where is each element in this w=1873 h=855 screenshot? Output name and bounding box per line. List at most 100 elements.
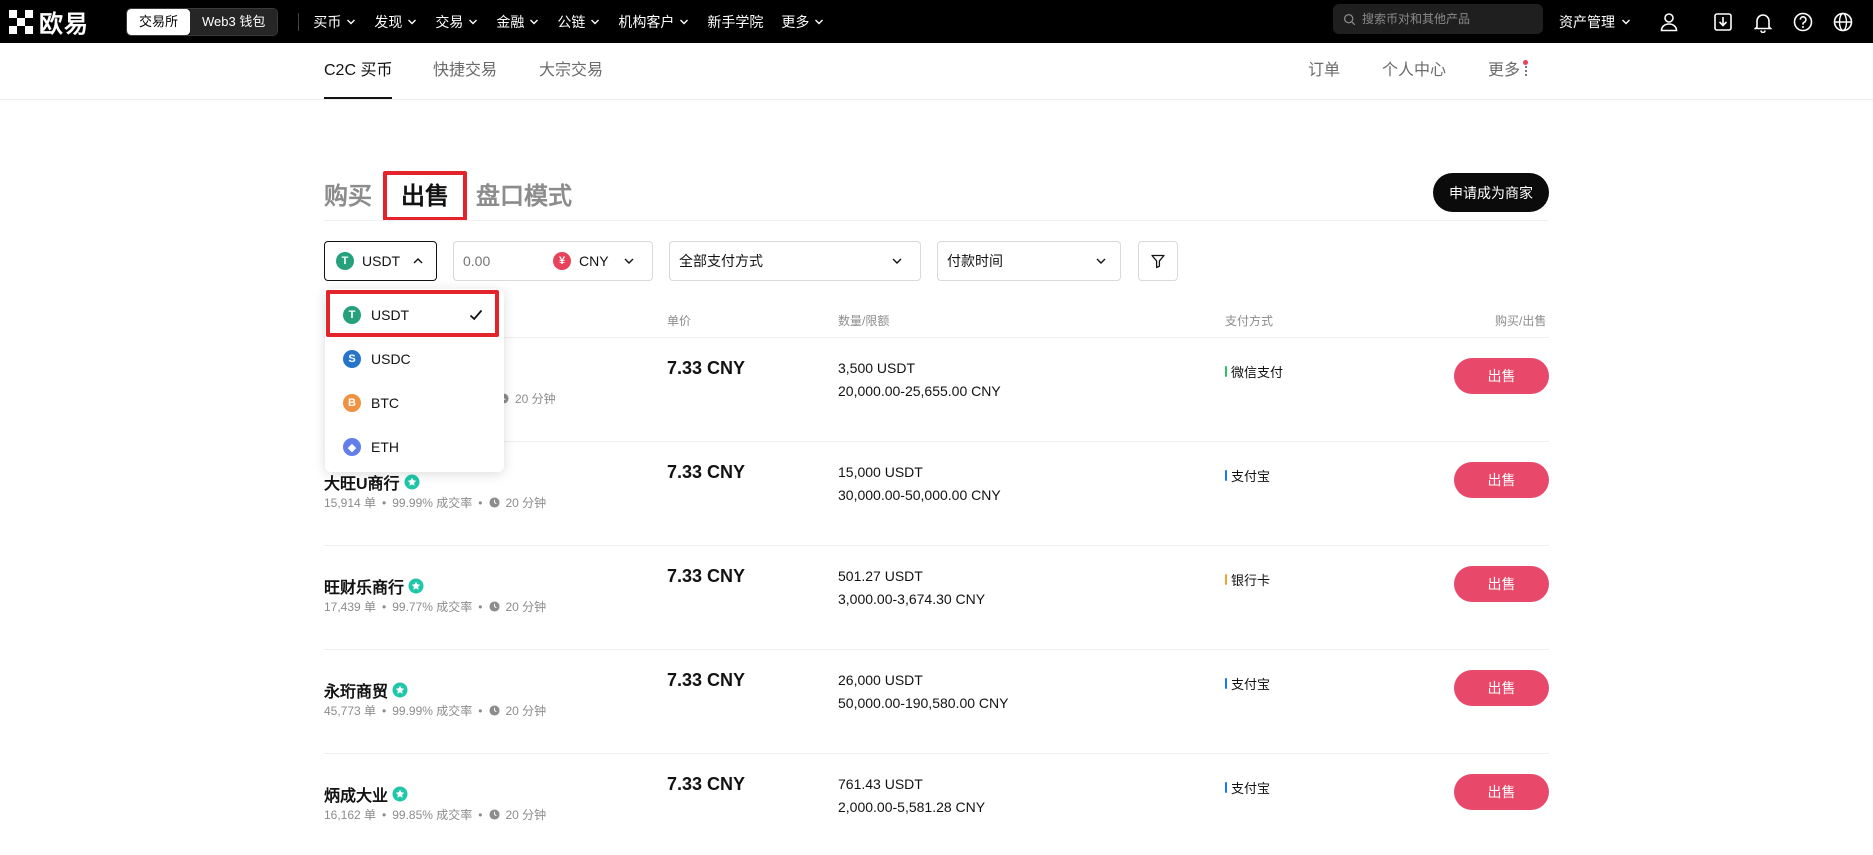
tab-buy[interactable]: 购买 xyxy=(324,176,372,211)
pay-time: 20 分钟 xyxy=(515,392,556,406)
help-icon[interactable] xyxy=(1791,10,1815,34)
nav-item-7[interactable]: 更多 xyxy=(781,12,824,32)
chevron-down-icon xyxy=(408,19,417,24)
btc-coin-icon: B xyxy=(343,394,361,412)
payment-color-bar xyxy=(1225,366,1227,377)
coin-option-btc[interactable]: B BTC xyxy=(325,381,504,425)
nav-item-label: 买币 xyxy=(313,13,342,30)
merchant-name[interactable]: 炳成大业 xyxy=(324,782,408,806)
nav-item-3[interactable]: 金融 xyxy=(496,12,539,32)
merchant-name-label: 大旺U商行 xyxy=(324,476,400,493)
apply-merchant-button[interactable]: 申请成为商家 xyxy=(1433,173,1549,212)
sell-tab-highlight xyxy=(383,171,467,221)
order-count: 16,162 单 xyxy=(324,808,377,822)
clock-icon xyxy=(488,601,500,612)
cny-currency-icon: ¥ xyxy=(553,252,571,270)
sell-button[interactable]: 出售 xyxy=(1454,774,1549,810)
merchant-stats: 45,773 单 • 99.99% 成交率 • 20 分钟 xyxy=(324,702,546,719)
asset-menu[interactable]: 资产管理 xyxy=(1559,0,1631,43)
filter-button[interactable] xyxy=(1138,241,1178,281)
user-icon[interactable] xyxy=(1657,10,1681,34)
dot-separator: • xyxy=(478,703,483,718)
merchant-stats: 20 分钟 xyxy=(498,390,556,407)
unit-price: 7.33 CNY xyxy=(667,358,746,378)
payment-color-bar xyxy=(1225,782,1227,793)
fiat-select[interactable]: ¥ CNY xyxy=(553,252,635,270)
merchant-name[interactable]: 大旺U商行 xyxy=(324,470,420,494)
eth-coin-icon: ◆ xyxy=(343,438,361,456)
header-price: 单价 xyxy=(667,314,692,328)
logo[interactable]: 欧易 xyxy=(9,4,109,39)
payment-method-label: 支付宝 xyxy=(1231,781,1271,796)
payment-method-label: 支付宝 xyxy=(1231,469,1271,484)
nav-item-2[interactable]: 交易 xyxy=(435,12,478,32)
amount-input[interactable] xyxy=(463,253,553,269)
more-vertical-icon xyxy=(1524,65,1528,77)
order-limit: 2,000.00-5,581.28 CNY xyxy=(838,799,986,815)
clock-icon xyxy=(488,705,500,716)
dot-separator: • xyxy=(382,599,387,614)
pay-time-value: 付款时间 xyxy=(947,253,1003,269)
row-divider xyxy=(324,441,1549,442)
bell-icon[interactable] xyxy=(1751,10,1775,34)
dot-separator: • xyxy=(382,495,387,510)
chevron-down-icon xyxy=(815,19,824,24)
tab-orderbook-mode[interactable]: 盘口模式 xyxy=(476,176,572,211)
nav-item-0[interactable]: 买币 xyxy=(313,12,356,32)
merchant-name-label: 炳成大业 xyxy=(324,788,389,805)
sell-button[interactable]: 出售 xyxy=(1454,670,1549,706)
sell-button[interactable]: 出售 xyxy=(1454,462,1549,498)
mode-switch: 交易所 Web3 钱包 xyxy=(126,7,279,36)
pay-time-select[interactable]: 付款时间 xyxy=(937,241,1121,281)
dot-separator: • xyxy=(382,703,387,718)
mode-web3-button[interactable]: Web3 钱包 xyxy=(190,8,278,35)
coin-select[interactable]: T USDT xyxy=(324,241,437,281)
profile-link[interactable]: 个人中心 xyxy=(1382,43,1446,99)
payment-method-select[interactable]: 全部支付方式 xyxy=(669,241,921,281)
sell-button[interactable]: 出售 xyxy=(1454,358,1549,394)
amount-filter: ¥ CNY xyxy=(453,241,653,281)
nav-item-5[interactable]: 机构客户 xyxy=(618,12,689,32)
header-qty: 数量/限额 xyxy=(838,314,890,328)
top-search[interactable] xyxy=(1333,4,1543,34)
merchant-stats: 15,914 单 • 99.99% 成交率 • 20 分钟 xyxy=(324,494,546,511)
nav-item-label: 交易 xyxy=(435,13,464,30)
tab-quick-trade[interactable]: 快捷交易 xyxy=(433,43,497,99)
verified-badge-icon xyxy=(392,786,408,802)
orders-link[interactable]: 订单 xyxy=(1308,43,1340,99)
chevron-down-icon xyxy=(624,258,634,264)
unit-price: 7.33 CNY xyxy=(667,566,746,586)
globe-icon[interactable] xyxy=(1831,10,1855,34)
nav-item-4[interactable]: 公链 xyxy=(557,12,600,32)
coin-option-usdc[interactable]: S USDC xyxy=(325,337,504,381)
search-input[interactable] xyxy=(1362,12,1532,26)
available-qty: 26,000 USDT xyxy=(838,672,923,688)
pay-time: 20 分钟 xyxy=(505,600,547,614)
merchant-name[interactable]: 旺财乐商行 xyxy=(324,574,424,598)
coin-option-label: ETH xyxy=(371,439,399,455)
order-count: 45,773 单 xyxy=(324,704,377,718)
merchant-name-label: 永珩商贸 xyxy=(324,684,389,701)
coin-option-eth[interactable]: ◆ ETH xyxy=(325,425,504,469)
completion-rate: 99.77% 成交率 xyxy=(392,600,473,614)
nav-item-label: 发现 xyxy=(374,13,403,30)
payment-method: 支付宝 xyxy=(1225,674,1270,693)
fiat-select-value: CNY xyxy=(579,253,609,269)
mode-exchange-button[interactable]: 交易所 xyxy=(127,8,191,35)
payment-method-value: 全部支付方式 xyxy=(679,253,763,269)
sell-button[interactable]: 出售 xyxy=(1454,566,1549,602)
payment-color-bar xyxy=(1225,574,1227,585)
tab-block-trade[interactable]: 大宗交易 xyxy=(539,43,603,99)
nav-item-6[interactable]: 新手学院 xyxy=(707,12,763,32)
nav-item-1[interactable]: 发现 xyxy=(374,12,417,32)
tab-c2c[interactable]: C2C 买币 xyxy=(324,43,393,99)
payment-method: 银行卡 xyxy=(1225,570,1270,589)
order-limit: 50,000.00-190,580.00 CNY xyxy=(838,695,1009,711)
download-icon[interactable] xyxy=(1711,10,1735,34)
completion-rate: 99.85% 成交率 xyxy=(392,808,473,822)
merchant-stats: 17,439 单 • 99.77% 成交率 • 20 分钟 xyxy=(324,598,546,615)
merchant-name[interactable]: 永珩商贸 xyxy=(324,678,408,702)
more-menu[interactable]: 更多 xyxy=(1488,43,1529,99)
more-notification-dot xyxy=(1523,60,1528,65)
usdc-coin-icon: S xyxy=(343,350,361,368)
